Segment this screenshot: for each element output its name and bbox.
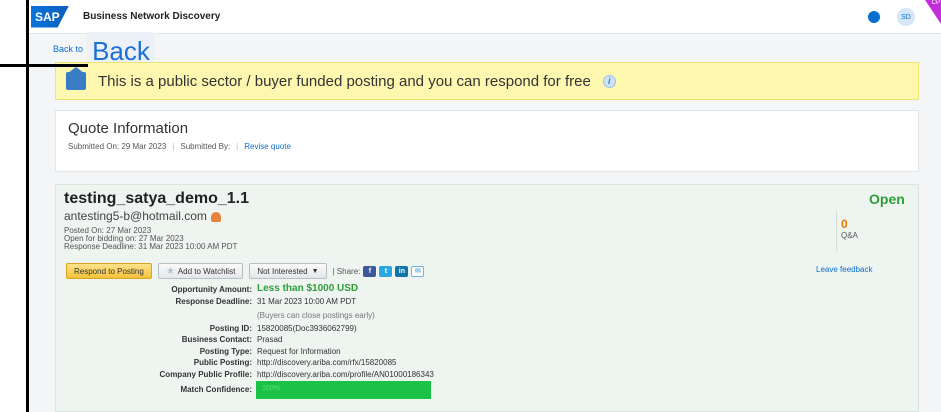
public-sector-notice: This is a public sector / buyer funded p… [55, 62, 919, 100]
back-link[interactable]: Back to [53, 44, 83, 54]
response-deadline-label: Response Deadline: [175, 297, 252, 306]
buyer-email: antesting5-b@hotmail.com [64, 209, 221, 223]
globe-icon[interactable] [868, 11, 880, 23]
buyer-email-text: antesting5-b@hotmail.com [64, 209, 207, 223]
share-group: | Share: f t in ✉ [332, 265, 425, 277]
not-interested-label: Not Interested [257, 266, 308, 276]
respond-to-posting-button[interactable]: Respond to Posting [66, 263, 152, 279]
mail-icon[interactable]: ✉ [411, 265, 425, 277]
facebook-icon[interactable]: f [363, 265, 377, 277]
linkedin-icon[interactable]: in [395, 265, 409, 277]
match-confidence-value: 100% [262, 385, 280, 392]
status-badge: Open [869, 191, 905, 207]
divider: | [236, 142, 239, 151]
quote-information-card: Quote Information Submitted On: 29 Mar 2… [55, 110, 919, 172]
public-posting-link[interactable]: http://discovery.ariba.com/rfx/15820085 [257, 358, 396, 367]
qa-count: 0 [841, 217, 848, 231]
deadline-note: (Buyers can close postings early) [257, 311, 375, 320]
chevron-down-icon: ▼ [311, 267, 319, 275]
posting-type-value: Request for Information [257, 347, 341, 356]
not-interested-dropdown[interactable]: Not Interested ▼ [249, 263, 327, 279]
company-profile-label: Company Public Profile: [159, 370, 252, 379]
business-contact-value: Prasad [257, 335, 283, 344]
quote-meta: Submitted On: 29 Mar 2023 | Submitted By… [68, 142, 291, 151]
add-to-watchlist-button[interactable]: ★ Add to Watchlist [157, 263, 244, 279]
notice-text: This is a public sector / buyer funded p… [98, 72, 591, 90]
action-bar: Respond to Posting ★ Add to Watchlist No… [66, 263, 425, 279]
response-deadline-value: 31 Mar 2023 10:00 AM PDT [257, 297, 357, 306]
annotation-horizontal-line [0, 64, 88, 67]
person-icon [210, 211, 221, 222]
business-contact-label: Business Contact: [181, 335, 252, 344]
app-window: SAP Business Network Discovery SD CP Bac… [29, 0, 941, 412]
opportunity-amount-label: Opportunity Amount: [171, 285, 252, 294]
company-profile-link[interactable]: http://discovery.ariba.com/profile/AN010… [257, 370, 434, 379]
divider: | [172, 142, 175, 151]
app-title: Business Network Discovery [83, 11, 221, 22]
building-icon [66, 67, 86, 90]
star-icon: ★ [165, 265, 175, 277]
submitted-on: Submitted On: 29 Mar 2023 [68, 142, 167, 151]
response-deadline-summary: Response Deadline: 31 Mar 2023 10:00 AM … [64, 242, 238, 251]
quote-title: Quote Information [68, 120, 189, 137]
qa-box[interactable]: 0 Q&A [836, 211, 912, 251]
watchlist-label: Add to Watchlist [177, 266, 236, 276]
posting-type-label: Posting Type: [199, 347, 252, 356]
submitted-by: Submitted By: [180, 142, 231, 151]
corner-badge[interactable]: CP [925, 0, 941, 24]
match-confidence-bar: 100% [256, 381, 431, 399]
sap-logo-icon[interactable]: SAP [31, 5, 69, 28]
posting-dates: Posted On: 27 Mar 2023 Open for bidding … [64, 227, 237, 251]
posting-card: testing_satya_demo_1.1 antesting5-b@hotm… [55, 184, 919, 412]
match-confidence-label: Match Confidence: [180, 385, 252, 394]
deadline-note-text: (Buyers can close postings early) [257, 311, 375, 320]
posting-id-label: Posting ID: [209, 324, 252, 333]
share-label: | Share: [332, 266, 361, 276]
avatar[interactable]: SD [897, 8, 915, 26]
twitter-icon[interactable]: t [379, 265, 393, 277]
leave-feedback-link[interactable]: Leave feedback [816, 265, 873, 274]
qa-label: Q&A [841, 231, 858, 240]
info-icon[interactable]: i [602, 74, 616, 88]
posting-title[interactable]: testing_satya_demo_1.1 [64, 190, 249, 208]
opportunity-amount-value: Less than $1000 USD [257, 283, 359, 294]
revise-quote-link[interactable]: Revise quote [244, 142, 291, 151]
posting-id-value: 15820085(Doc3936062799) [257, 324, 357, 333]
public-posting-label: Public Posting: [193, 358, 252, 367]
top-bar: SAP Business Network Discovery SD CP [29, 0, 941, 34]
